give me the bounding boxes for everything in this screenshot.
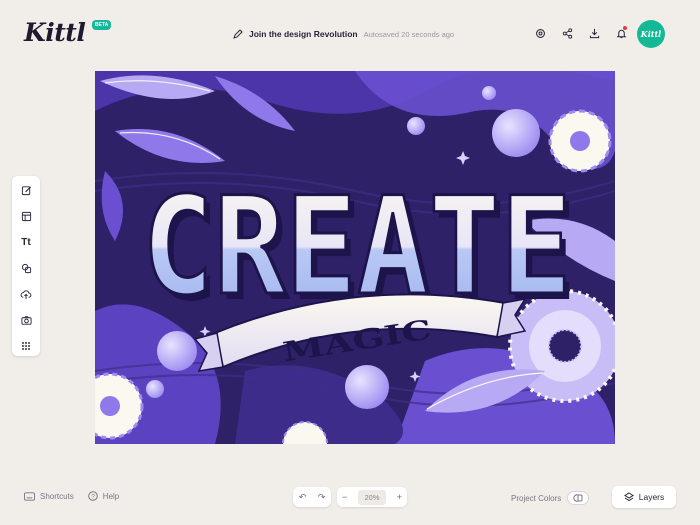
project-colors-toggle[interactable] [567, 491, 590, 505]
camera-icon[interactable] [18, 312, 34, 328]
user-avatar[interactable]: Kittl [637, 20, 665, 48]
layers-label: Layers [638, 492, 665, 502]
share-icon[interactable] [559, 25, 575, 41]
zoom-in-button[interactable]: + [397, 492, 402, 502]
redo-icon[interactable]: ↷ [318, 492, 326, 503]
notification-badge [623, 26, 627, 30]
grid-icon[interactable] [18, 338, 34, 354]
design-canvas[interactable]: CREATE CREATE MAGIC [95, 71, 615, 444]
svg-text:?: ? [91, 493, 95, 500]
notification-icon[interactable] [613, 25, 629, 41]
project-title[interactable]: Join the design Revolution [249, 29, 358, 39]
kittl-logo[interactable]: Kittl [24, 18, 86, 47]
layers-button[interactable]: Layers [612, 486, 676, 508]
templates-icon[interactable] [18, 208, 34, 224]
shortcuts-button[interactable]: Shortcuts [24, 492, 74, 501]
download-icon[interactable] [586, 25, 602, 41]
settings-icon[interactable] [532, 25, 548, 41]
palette-icon [573, 494, 583, 502]
beta-badge: BETA [92, 20, 112, 30]
shortcuts-label: Shortcuts [40, 491, 74, 501]
autosave-status: Autosaved 20 seconds ago [363, 29, 455, 39]
upload-icon[interactable] [18, 286, 34, 302]
text-tool[interactable]: Tt [18, 234, 34, 250]
help-label: Help [102, 491, 120, 501]
layers-icon [623, 492, 634, 502]
help-button[interactable]: ? Help [87, 491, 120, 501]
project-title-bar[interactable]: Join the design Revolution Autosaved 20 … [233, 26, 454, 42]
help-icon: ? [87, 491, 98, 501]
left-toolbar: Tt [12, 176, 40, 356]
history-controls: ↶ ↷ [293, 487, 331, 507]
artwork: CREATE CREATE MAGIC [95, 71, 615, 444]
zoom-out-button[interactable]: − [342, 492, 347, 502]
edit-icon[interactable] [18, 182, 34, 198]
pencil-icon [233, 29, 243, 39]
zoom-level[interactable]: 20% [358, 489, 386, 505]
zoom-controls: − 20% + [337, 487, 407, 507]
undo-icon[interactable]: ↶ [299, 492, 307, 503]
project-colors-label: Project Colors [511, 493, 562, 503]
keyboard-icon [24, 491, 35, 501]
shapes-icon[interactable] [18, 260, 34, 276]
